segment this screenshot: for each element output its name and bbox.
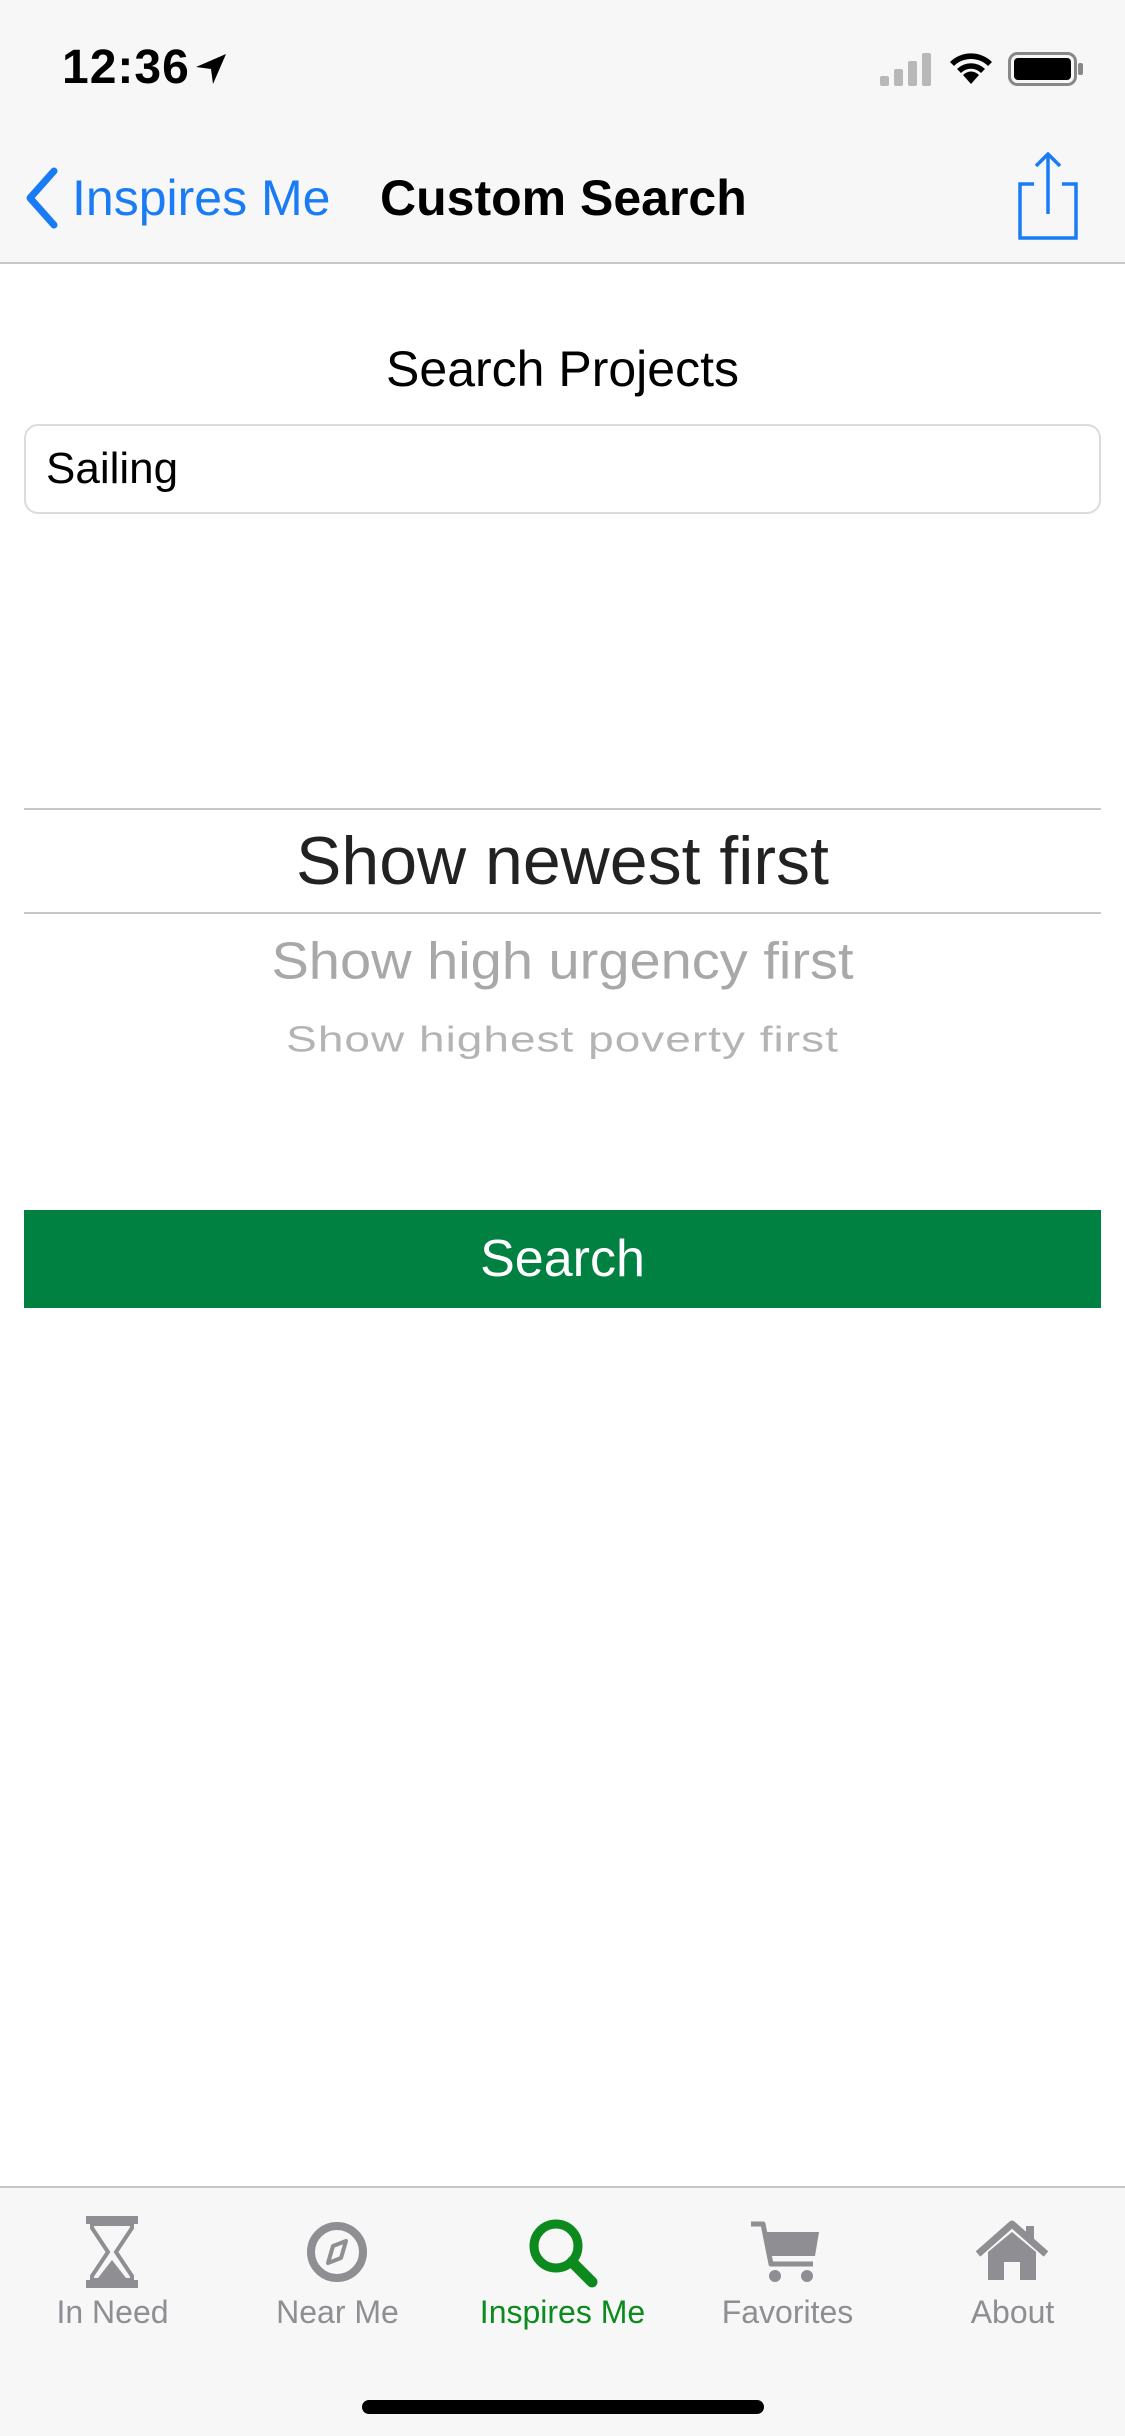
tab-label: Near Me bbox=[276, 2294, 399, 2330]
tab-bar: In Need Near Me Inspires Me Favorites Ab… bbox=[0, 2186, 1125, 2436]
search-heading: Search Projects bbox=[386, 341, 739, 397]
tab-favorites[interactable]: Favorites bbox=[675, 2188, 900, 2330]
page-title: Custom Search bbox=[380, 170, 747, 226]
status-time: 12:36 bbox=[62, 41, 190, 94]
back-button-label: Inspires Me bbox=[72, 170, 331, 226]
tab-in-need[interactable]: In Need bbox=[0, 2188, 225, 2330]
picker-option[interactable]: Show highest poverty first bbox=[24, 1018, 1101, 1060]
picker-option-selected[interactable]: Show newest first bbox=[24, 822, 1101, 900]
home-indicator[interactable] bbox=[362, 2400, 764, 2414]
tab-about[interactable]: About bbox=[900, 2188, 1125, 2330]
status-bar: 12:36 bbox=[0, 0, 1125, 132]
search-icon bbox=[529, 2219, 598, 2288]
sort-picker[interactable]: Show newest first Show high urgency firs… bbox=[24, 808, 1101, 1098]
tab-label: About bbox=[970, 2294, 1055, 2330]
back-button[interactable]: Inspires Me bbox=[24, 167, 331, 229]
picker-divider-top bbox=[24, 808, 1101, 810]
chevron-left-icon bbox=[26, 167, 58, 229]
tab-near-me[interactable]: Near Me bbox=[225, 2188, 450, 2330]
location-arrow-icon bbox=[196, 54, 226, 84]
search-button[interactable]: Search bbox=[24, 1210, 1101, 1308]
hourglass-icon bbox=[86, 2216, 138, 2288]
tab-label: Favorites bbox=[721, 2294, 854, 2330]
search-input[interactable] bbox=[24, 424, 1101, 514]
tab-inspires-me[interactable]: Inspires Me bbox=[450, 2188, 675, 2330]
compass-icon bbox=[307, 2222, 367, 2282]
tab-label: Inspires Me bbox=[479, 2294, 646, 2330]
navigation-bar: Inspires Me Custom Search bbox=[0, 132, 1125, 264]
wifi-icon bbox=[950, 53, 992, 84]
picker-divider-bottom bbox=[24, 912, 1101, 914]
battery-icon bbox=[1008, 52, 1083, 86]
picker-option[interactable]: Show high urgency first bbox=[24, 931, 1101, 991]
cellular-signal-icon bbox=[880, 53, 931, 86]
share-icon[interactable] bbox=[1016, 150, 1080, 242]
home-icon bbox=[975, 2220, 1049, 2280]
cart-icon bbox=[751, 2221, 819, 2282]
tab-label: In Need bbox=[56, 2294, 169, 2330]
